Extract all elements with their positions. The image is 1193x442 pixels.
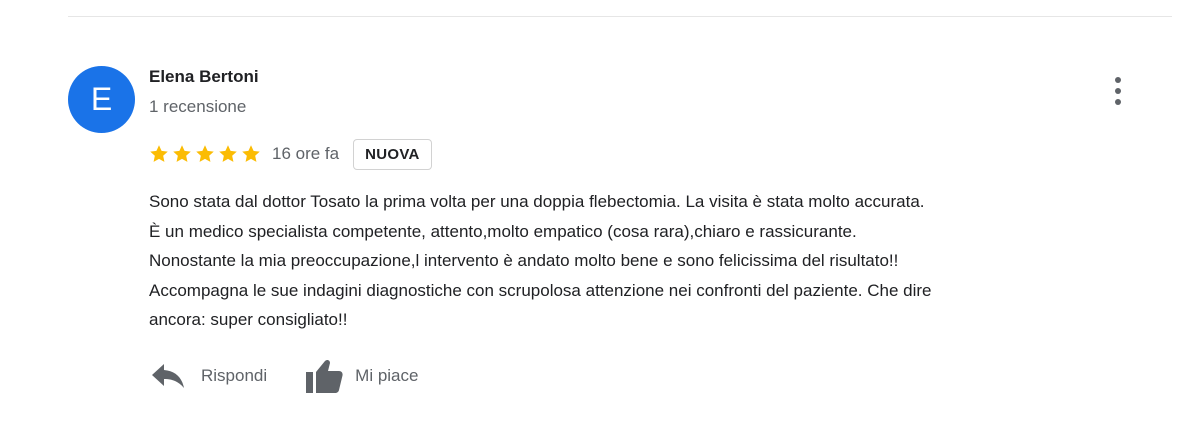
thumb-up-icon: [306, 359, 343, 393]
reply-label: Rispondi: [201, 366, 268, 385]
review-text-line: ancora: super consigliato!!: [149, 310, 348, 329]
star-rating: [149, 143, 264, 165]
star-icon: [150, 145, 168, 162]
star-icon: [173, 145, 191, 162]
like-button[interactable]: Mi piace: [305, 358, 418, 394]
like-label: Mi piace: [355, 366, 419, 385]
more-options-button[interactable]: [1104, 73, 1132, 109]
star-icon: [196, 145, 214, 162]
new-badge: NUOVA: [353, 138, 432, 170]
review-text-line: Nonostante la mia preoccupazione,l inter…: [149, 251, 899, 270]
star-icon: [242, 145, 260, 162]
author-name[interactable]: Elena Bertoni: [149, 67, 259, 87]
review-card: E Elena Bertoni 1 recensione 16 ore fa N…: [0, 0, 1193, 442]
review-meta: 16 ore fa NUOVA: [149, 138, 432, 170]
review-text-line: Accompagna le sue indagini diagnostiche …: [149, 280, 932, 300]
reply-icon: [152, 364, 184, 388]
review-actions: Rispondi Mi piace: [151, 356, 418, 396]
review-text: Sono stata dal dottor Tosato la prima vo…: [149, 187, 1179, 335]
review-count[interactable]: 1 recensione: [149, 97, 246, 117]
reply-button[interactable]: Rispondi: [151, 363, 267, 389]
divider: [68, 16, 1172, 17]
review-time: 16 ore fa: [272, 144, 340, 163]
review-text-line: È un medico specialista competente, atte…: [149, 221, 857, 241]
review-text-line: Sono stata dal dottor Tosato la prima vo…: [149, 192, 925, 211]
avatar[interactable]: E: [68, 66, 135, 133]
star-icon: [219, 145, 237, 162]
